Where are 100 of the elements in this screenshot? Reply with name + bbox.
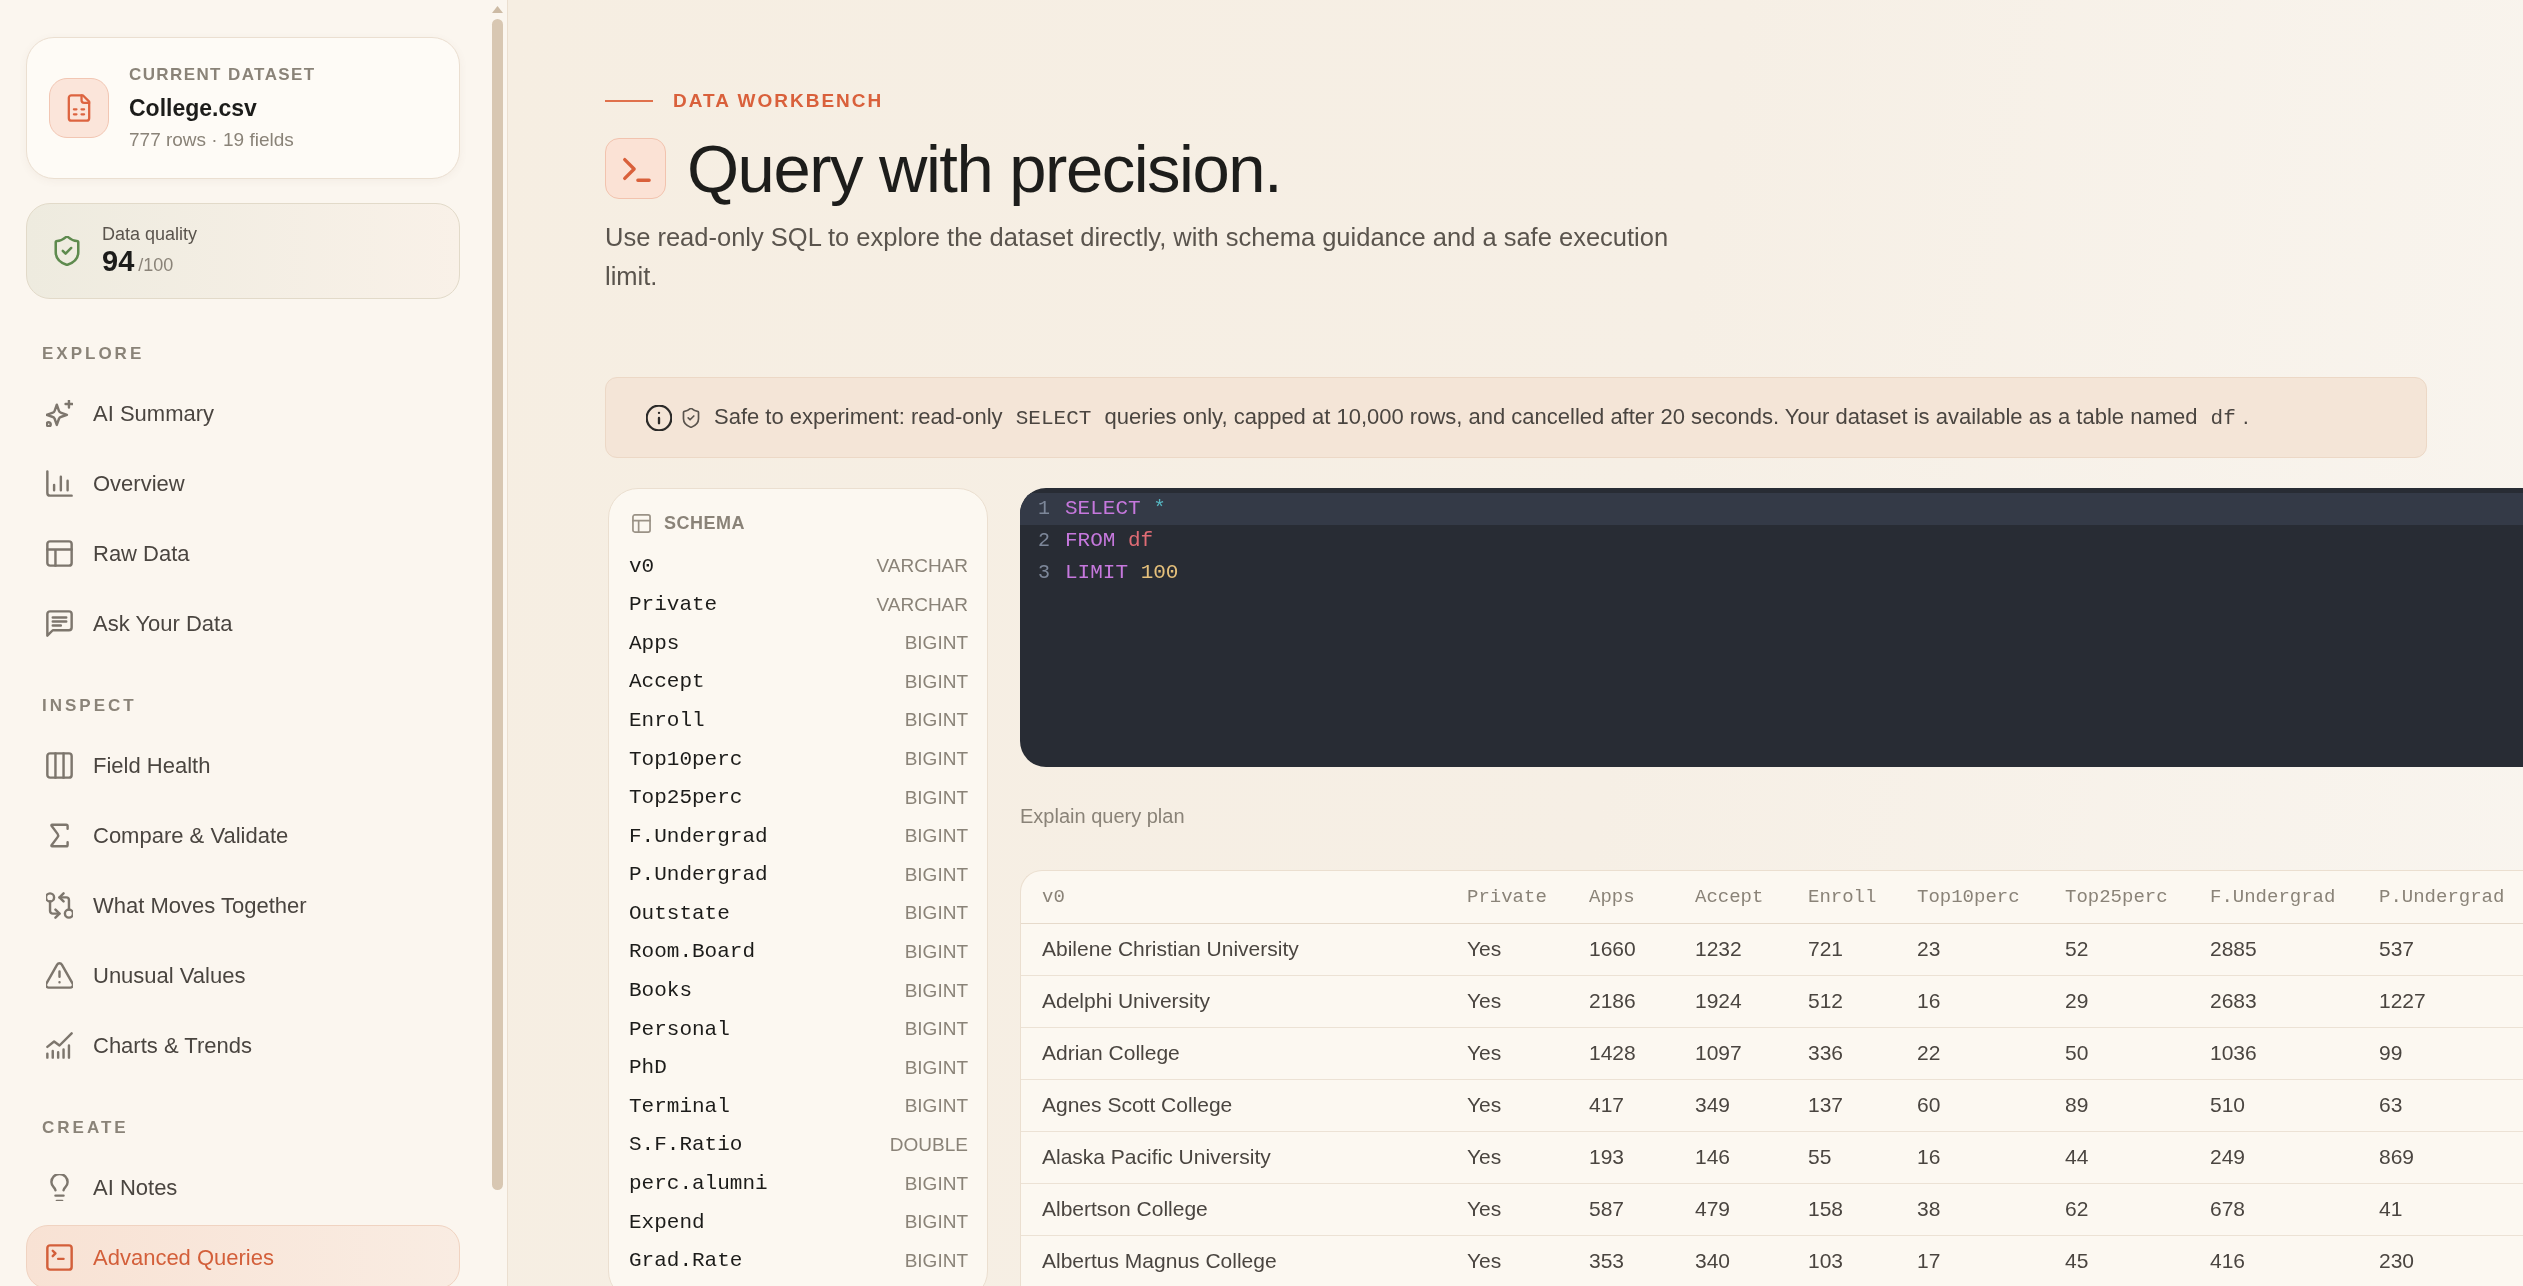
table-cell: 721 bbox=[1787, 923, 1896, 975]
table-cell: 16 bbox=[1896, 1131, 2044, 1183]
table-cell: 678 bbox=[2189, 1183, 2358, 1235]
columns-icon bbox=[46, 751, 73, 779]
table-cell: 60 bbox=[1896, 1079, 2044, 1131]
field-type: BIGINT bbox=[904, 631, 968, 656]
table-cell: 587 bbox=[1568, 1183, 1674, 1235]
field-type: BIGINT bbox=[904, 901, 968, 926]
column-header: Top10perc bbox=[1896, 871, 2044, 923]
field-name: Enroll bbox=[629, 707, 705, 734]
table-cell: Yes bbox=[1446, 1235, 1568, 1286]
table-cell: 103 bbox=[1787, 1235, 1896, 1286]
field-type: BIGINT bbox=[904, 669, 968, 694]
line-number: 1 bbox=[1037, 496, 1051, 522]
table-cell: 869 bbox=[2358, 1131, 2523, 1183]
table-cell: Alaska Pacific University bbox=[1021, 1131, 1446, 1183]
message-icon bbox=[46, 609, 73, 637]
sidebar-item[interactable]: AI Summary bbox=[26, 381, 460, 445]
section-heading: CREATE bbox=[41, 1117, 130, 1139]
scrollbar-thumb[interactable] bbox=[491, 19, 503, 1190]
warning-icon bbox=[46, 961, 73, 989]
chart-icon bbox=[46, 1031, 73, 1059]
sidebar-item[interactable]: Unusual Values bbox=[26, 943, 460, 1007]
sidebar-item[interactable]: AI Notes bbox=[26, 1155, 460, 1219]
sidebar-item[interactable]: Ask Your Data bbox=[26, 591, 460, 655]
section-heading: EXPLORE bbox=[41, 343, 146, 365]
field-name: perc.alumni bbox=[629, 1171, 768, 1198]
table-cell: 146 bbox=[1674, 1131, 1787, 1183]
sidebar-item[interactable]: Charts & Trends bbox=[26, 1013, 460, 1077]
table-icon bbox=[46, 539, 73, 567]
table-cell: 16 bbox=[1896, 975, 2044, 1027]
field-type: BIGINT bbox=[904, 978, 968, 1003]
table-cell: Yes bbox=[1446, 923, 1568, 975]
sidebar-item[interactable]: Overview bbox=[26, 451, 460, 515]
column-header: v0 bbox=[1021, 871, 1446, 923]
table-cell: 417 bbox=[1568, 1079, 1674, 1131]
table-cell: 44 bbox=[2044, 1131, 2189, 1183]
page-title: Query with precision. bbox=[687, 130, 1282, 207]
field-type: BIGINT bbox=[904, 708, 968, 733]
column-header: Top25perc bbox=[2044, 871, 2189, 923]
table-cell: Yes bbox=[1446, 1183, 1568, 1235]
table-cell: Albertus Magnus College bbox=[1021, 1235, 1446, 1286]
table-cell: 1232 bbox=[1674, 923, 1787, 975]
table-cell: 230 bbox=[2358, 1235, 2523, 1286]
field-type: BIGINT bbox=[904, 1094, 968, 1119]
table-cell: 45 bbox=[2044, 1235, 2189, 1286]
field-name: v0 bbox=[629, 553, 655, 580]
field-type: DOUBLE bbox=[889, 1132, 968, 1157]
table-cell: 416 bbox=[2189, 1235, 2358, 1286]
column-header: Apps bbox=[1568, 871, 1674, 923]
column-header: Accept bbox=[1674, 871, 1787, 923]
table-cell: 537 bbox=[2358, 923, 2523, 975]
table-cell: 512 bbox=[1787, 975, 1896, 1027]
field-name: Grad.Rate bbox=[629, 1248, 743, 1275]
table-cell: 2683 bbox=[2189, 975, 2358, 1027]
table-cell: 1660 bbox=[1568, 923, 1674, 975]
field-name: Private bbox=[629, 592, 718, 619]
table-cell: 89 bbox=[2044, 1079, 2189, 1131]
schema-title: SCHEMA bbox=[664, 512, 745, 535]
sidebar-item[interactable]: What Moves Together bbox=[26, 873, 460, 937]
info-icon bbox=[646, 404, 672, 431]
field-type: BIGINT bbox=[904, 862, 968, 887]
table-cell: 1227 bbox=[2358, 975, 2523, 1027]
field-type: VARCHAR bbox=[876, 554, 968, 579]
field-name: Top25perc bbox=[629, 785, 743, 812]
field-type: BIGINT bbox=[904, 824, 968, 849]
table-cell: Yes bbox=[1446, 1079, 1568, 1131]
line-number: 3 bbox=[1037, 560, 1051, 586]
sidebar-item[interactable]: Raw Data bbox=[26, 521, 460, 585]
sidebar-item[interactable]: Field Health bbox=[26, 733, 460, 797]
field-name: S.F.Ratio bbox=[629, 1132, 743, 1159]
field-type: BIGINT bbox=[904, 1210, 968, 1235]
table-cell: 349 bbox=[1674, 1079, 1787, 1131]
table-cell: 1036 bbox=[2189, 1027, 2358, 1079]
field-type: BIGINT bbox=[904, 785, 968, 810]
field-name: F.Undergrad bbox=[629, 823, 768, 850]
table-cell: Abilene Christian University bbox=[1021, 923, 1446, 975]
field-type: BIGINT bbox=[904, 747, 968, 771]
table-cell: Yes bbox=[1446, 1131, 1568, 1183]
field-name: Books bbox=[629, 978, 692, 1005]
table-cell: 479 bbox=[1674, 1183, 1787, 1235]
eyebrow-label: DATA WORKBENCH bbox=[673, 89, 884, 113]
table-cell: 38 bbox=[1896, 1183, 2044, 1235]
field-name: Apps bbox=[629, 630, 680, 657]
terminal-icon bbox=[46, 1243, 73, 1271]
table-cell: 99 bbox=[2358, 1027, 2523, 1079]
scroll-up-arrow-icon[interactable] bbox=[491, 6, 503, 13]
table-cell: Yes bbox=[1446, 1027, 1568, 1079]
notice-text: Safe to experiment: read-only SELECT queries only, capped at 10,000 rows, and cancelled after 20 seconds. Your dataset is available as a table named df . bbox=[714, 402, 2249, 432]
dataset-name: College.csv bbox=[129, 95, 258, 121]
table-cell: 55 bbox=[1787, 1131, 1896, 1183]
spreadsheet-file-icon bbox=[49, 78, 109, 138]
sidebar-item[interactable]: Compare & Validate bbox=[26, 803, 460, 867]
table-cell: 52 bbox=[2044, 923, 2189, 975]
terminal-prompt-icon bbox=[605, 138, 666, 199]
field-name: Outstate bbox=[629, 900, 730, 927]
table-cell: 1428 bbox=[1568, 1027, 1674, 1079]
table-cell: 336 bbox=[1787, 1027, 1896, 1079]
table-cell: 353 bbox=[1568, 1235, 1674, 1286]
code-editor[interactable]: 1 SELECT * 2 FROM df 3 LIMIT 100 bbox=[1020, 488, 2523, 767]
